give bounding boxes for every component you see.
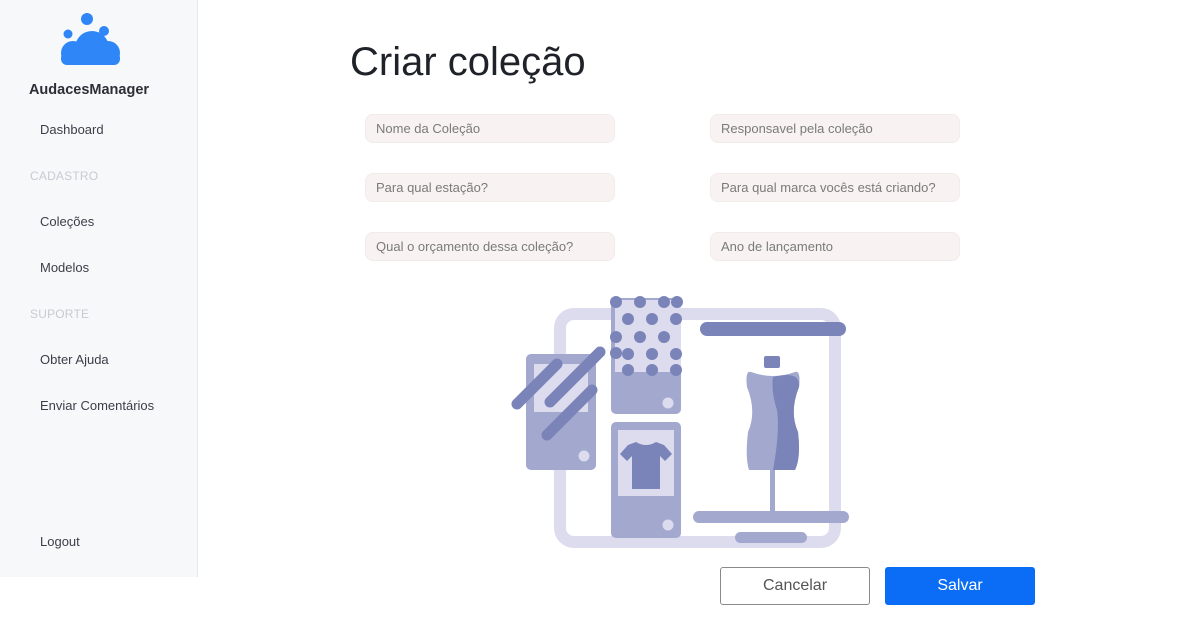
app-brand-name: AudacesManager (28, 82, 150, 98)
estacao-input[interactable] (365, 173, 615, 202)
sidebar-item-logout[interactable]: Logout (40, 534, 80, 549)
page-title: Criar coleção (350, 40, 586, 84)
sidebar: AudacesManager Dashboard CADASTRO Coleçõ… (0, 0, 198, 577)
ano-lancamento-input[interactable] (710, 232, 960, 261)
fashion-collection-illustration (511, 296, 849, 548)
orcamento-input[interactable] (365, 232, 615, 261)
sidebar-item-obter-ajuda[interactable]: Obter Ajuda (40, 352, 109, 367)
cancel-button[interactable]: Cancelar (720, 567, 870, 605)
sidebar-section-cadastro: CADASTRO (30, 169, 99, 183)
save-button[interactable]: Salvar (885, 567, 1035, 605)
nome-colecao-input[interactable] (365, 114, 615, 143)
sidebar-item-enviar-comentarios[interactable]: Enviar Comentários (40, 398, 154, 413)
cloud-logo-icon (61, 13, 120, 65)
sidebar-item-modelos[interactable]: Modelos (40, 260, 89, 275)
marca-input[interactable] (710, 173, 960, 202)
sidebar-section-suporte: SUPORTE (30, 307, 90, 321)
sidebar-item-colecoes[interactable]: Coleções (40, 214, 94, 229)
responsavel-input[interactable] (710, 114, 960, 143)
sidebar-item-dashboard[interactable]: Dashboard (40, 122, 104, 137)
